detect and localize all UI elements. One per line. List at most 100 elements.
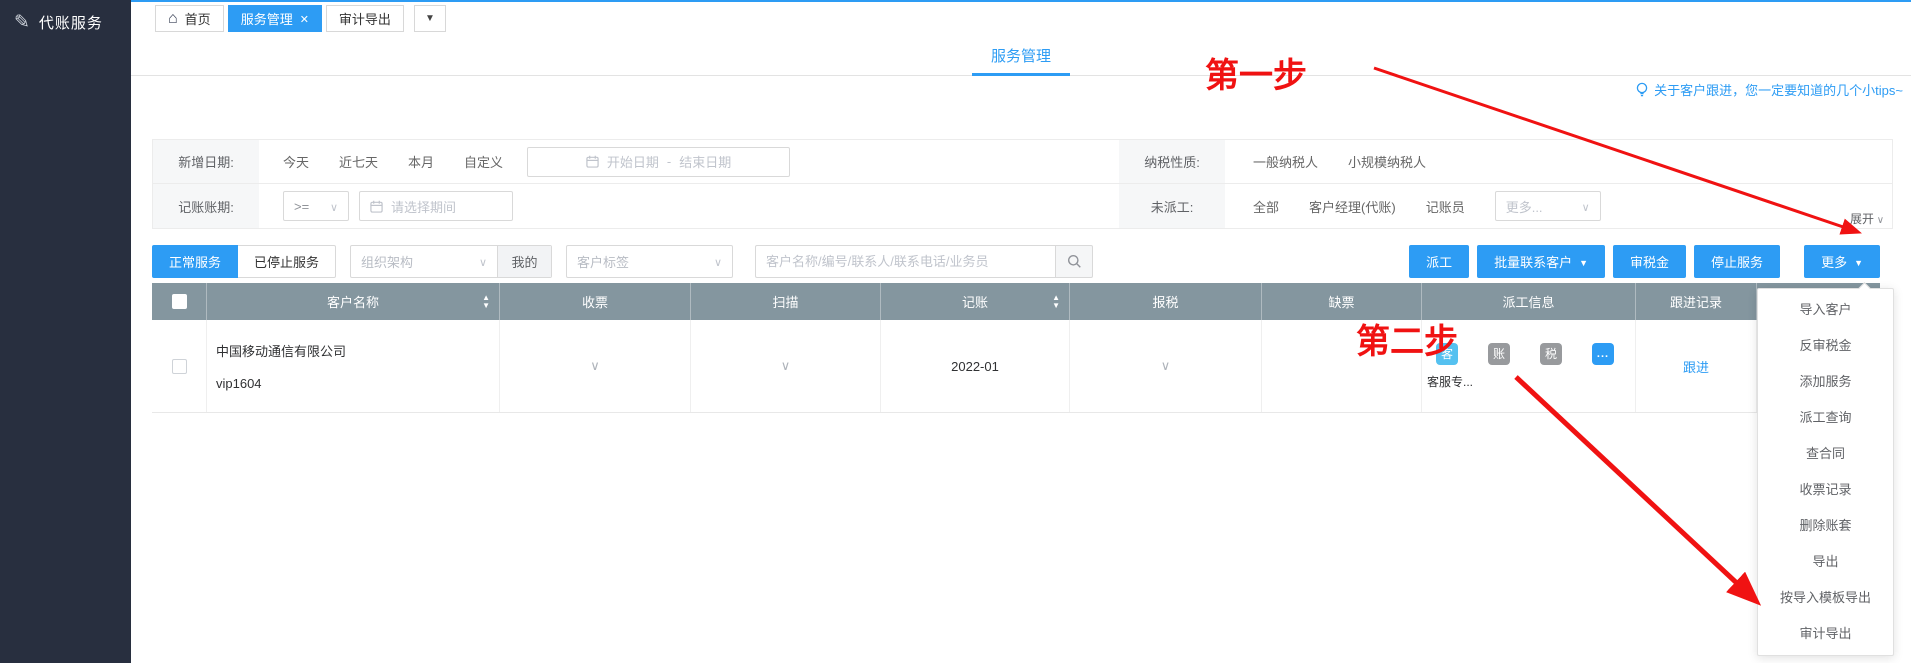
badge-tax[interactable]: 税 [1540,343,1562,365]
app-logo: 代账服务 [0,0,131,33]
close-icon[interactable] [300,11,309,26]
chevron-down-icon [479,254,487,269]
menu-item-import-customer[interactable]: 导入客户 [1758,292,1893,328]
date-range-input[interactable]: 开始日期 - 结束日期 [527,147,790,177]
filter-unassigned: 未派工: 全部 客户经理(代账) 记账员 更多... [1119,184,1601,228]
chevron-down-icon[interactable] [781,358,791,374]
menu-item-reverse-audit-tax[interactable]: 反审税金 [1758,328,1893,364]
org-structure-select[interactable]: 组织架构 [351,246,497,277]
header-checkbox-cell [152,283,207,320]
receipt-cell [500,320,691,412]
menu-item-audit-export[interactable]: 审计导出 [1758,616,1893,652]
customer-tag-select[interactable]: 客户标签 [566,245,733,278]
tab-home-label: 首页 [185,9,211,28]
add-date-option-month[interactable]: 本月 [408,152,434,171]
filter-tax-type: 纳税性质: 一般纳税人 小规模纳税人 [1119,140,1426,183]
period-input[interactable]: 请选择期间 [359,191,513,221]
sort-icon[interactable]: ▲▼ [1052,295,1060,309]
search-group [755,245,1093,278]
menu-item-dispatch-query[interactable]: 派工查询 [1758,400,1893,436]
pen-icon [14,13,30,32]
filter-booking-period: 记账账期: >= 请选择期间 [153,184,1119,228]
date-separator: - [667,154,671,169]
customer-name[interactable]: 中国移动通信有限公司 [216,341,346,360]
operator-value: >= [294,199,309,214]
unassigned-option-bookkeeper[interactable]: 记账员 [1426,197,1465,216]
mine-button[interactable]: 我的 [497,246,551,277]
header-tax-filing: 报税 [1070,283,1262,320]
stopped-service-button[interactable]: 已停止服务 [238,245,336,278]
sort-icon[interactable]: ▲▼ [482,295,490,309]
audit-tax-button[interactable]: 审税金 [1613,245,1686,278]
header-follow-record: 跟进记录 [1636,283,1757,320]
badge-bookkeeper[interactable]: 账 [1488,343,1510,365]
page-title[interactable]: 服务管理 [972,45,1070,66]
menu-item-check-contract[interactable]: 查合同 [1758,436,1893,472]
menu-item-export[interactable]: 导出 [1758,544,1893,580]
add-date-option-7days[interactable]: 近七天 [339,152,378,171]
row-checkbox-cell [152,320,207,412]
batch-contact-button[interactable]: 批量联系客户 [1477,245,1605,278]
add-date-option-custom[interactable]: 自定义 [464,152,503,171]
chevron-down-icon [714,254,722,269]
dispatch-caption: 客服专... [1427,373,1473,390]
filter-panel: 新增日期: 今天 近七天 本月 自定义 开始日期 - 结束日期 纳税性质: 一般… [152,139,1893,229]
unassigned-more-select[interactable]: 更多... [1495,191,1601,221]
menu-item-delete-account-set[interactable]: 删除账套 [1758,508,1893,544]
tab-audit-export[interactable]: 审计导出 [326,5,404,32]
header-customer-name-label: 客户名称 [327,292,379,311]
header-bookkeeping[interactable]: 记账 ▲▼ [881,283,1070,320]
customer-code: vip1604 [216,376,262,391]
period-placeholder: 请选择期间 [391,197,456,216]
tax-type-option-general[interactable]: 一般纳税人 [1253,152,1318,171]
select-all-checkbox[interactable] [172,294,187,309]
end-date-placeholder: 结束日期 [679,152,731,171]
badge-more[interactable]: ... [1592,343,1614,365]
menu-item-receipt-record[interactable]: 收票记录 [1758,472,1893,508]
app-name: 代账服务 [39,12,103,33]
tab-list-dropdown-button[interactable] [414,5,446,32]
tab-strip: 首页 服务管理 审计导出 [131,0,1911,32]
menu-item-export-by-template[interactable]: 按导入模板导出 [1758,580,1893,616]
follow-record-cell: 跟进 [1636,320,1757,412]
stop-service-button[interactable]: 停止服务 [1694,245,1780,278]
unassigned-option-manager[interactable]: 客户经理(代账) [1309,197,1396,216]
search-input[interactable] [755,245,1055,278]
tab-home[interactable]: 首页 [155,5,224,32]
tax-type-option-small[interactable]: 小规模纳税人 [1348,152,1426,171]
add-date-option-today[interactable]: 今天 [283,152,309,171]
more-button[interactable]: 更多 [1804,245,1880,278]
search-button[interactable] [1055,245,1093,278]
calendar-icon [370,200,383,213]
operator-select[interactable]: >= [283,191,349,221]
caret-down-icon [1579,254,1588,269]
filter-row-2: 记账账期: >= 请选择期间 未派工: 全部 客户经理(代账) 记账员 [153,184,1892,228]
tips-link[interactable]: 关于客户跟进，您一定要知道的几个小tips~ [1635,80,1903,99]
org-structure-placeholder: 组织架构 [361,252,413,271]
tab-service-management-label: 服务管理 [241,9,293,28]
chevron-down-icon[interactable] [1161,358,1171,374]
more-label: 更多 [1821,252,1847,271]
table-row: 中国移动通信有限公司 vip1604 2022-01 客 账 税 ... 客服专… [152,320,1880,413]
header-scan: 扫描 [691,283,881,320]
header-customer-name[interactable]: 客户名称 ▲▼ [207,283,500,320]
chevron-down-icon [330,199,338,214]
dispatch-button[interactable]: 派工 [1409,245,1469,278]
row-checkbox[interactable] [172,359,187,374]
normal-service-button[interactable]: 正常服务 [152,245,238,278]
header-bookkeeping-label: 记账 [962,292,988,311]
filter-add-date: 新增日期: 今天 近七天 本月 自定义 开始日期 - 结束日期 [153,140,1119,183]
unassigned-option-all[interactable]: 全部 [1253,197,1279,216]
annotation-step2: 第二步 [1356,314,1458,363]
menu-item-add-service[interactable]: 添加服务 [1758,364,1893,400]
booking-period-label: 记账账期: [153,184,259,228]
filter-row-1: 新增日期: 今天 近七天 本月 自定义 开始日期 - 结束日期 纳税性质: 一般… [153,140,1892,184]
start-date-placeholder: 开始日期 [607,152,659,171]
follow-link[interactable]: 跟进 [1683,357,1709,376]
more-dropdown-menu: 导入客户 反审税金 添加服务 派工查询 查合同 收票记录 删除账套 导出 按导入… [1757,288,1894,656]
header-receipt: 收票 [500,283,691,320]
sidebar: 代账服务 [0,0,131,663]
chevron-down-icon[interactable] [590,358,600,374]
expand-filters-link[interactable]: 展开 [1850,210,1884,227]
tab-service-management[interactable]: 服务管理 [228,5,322,32]
